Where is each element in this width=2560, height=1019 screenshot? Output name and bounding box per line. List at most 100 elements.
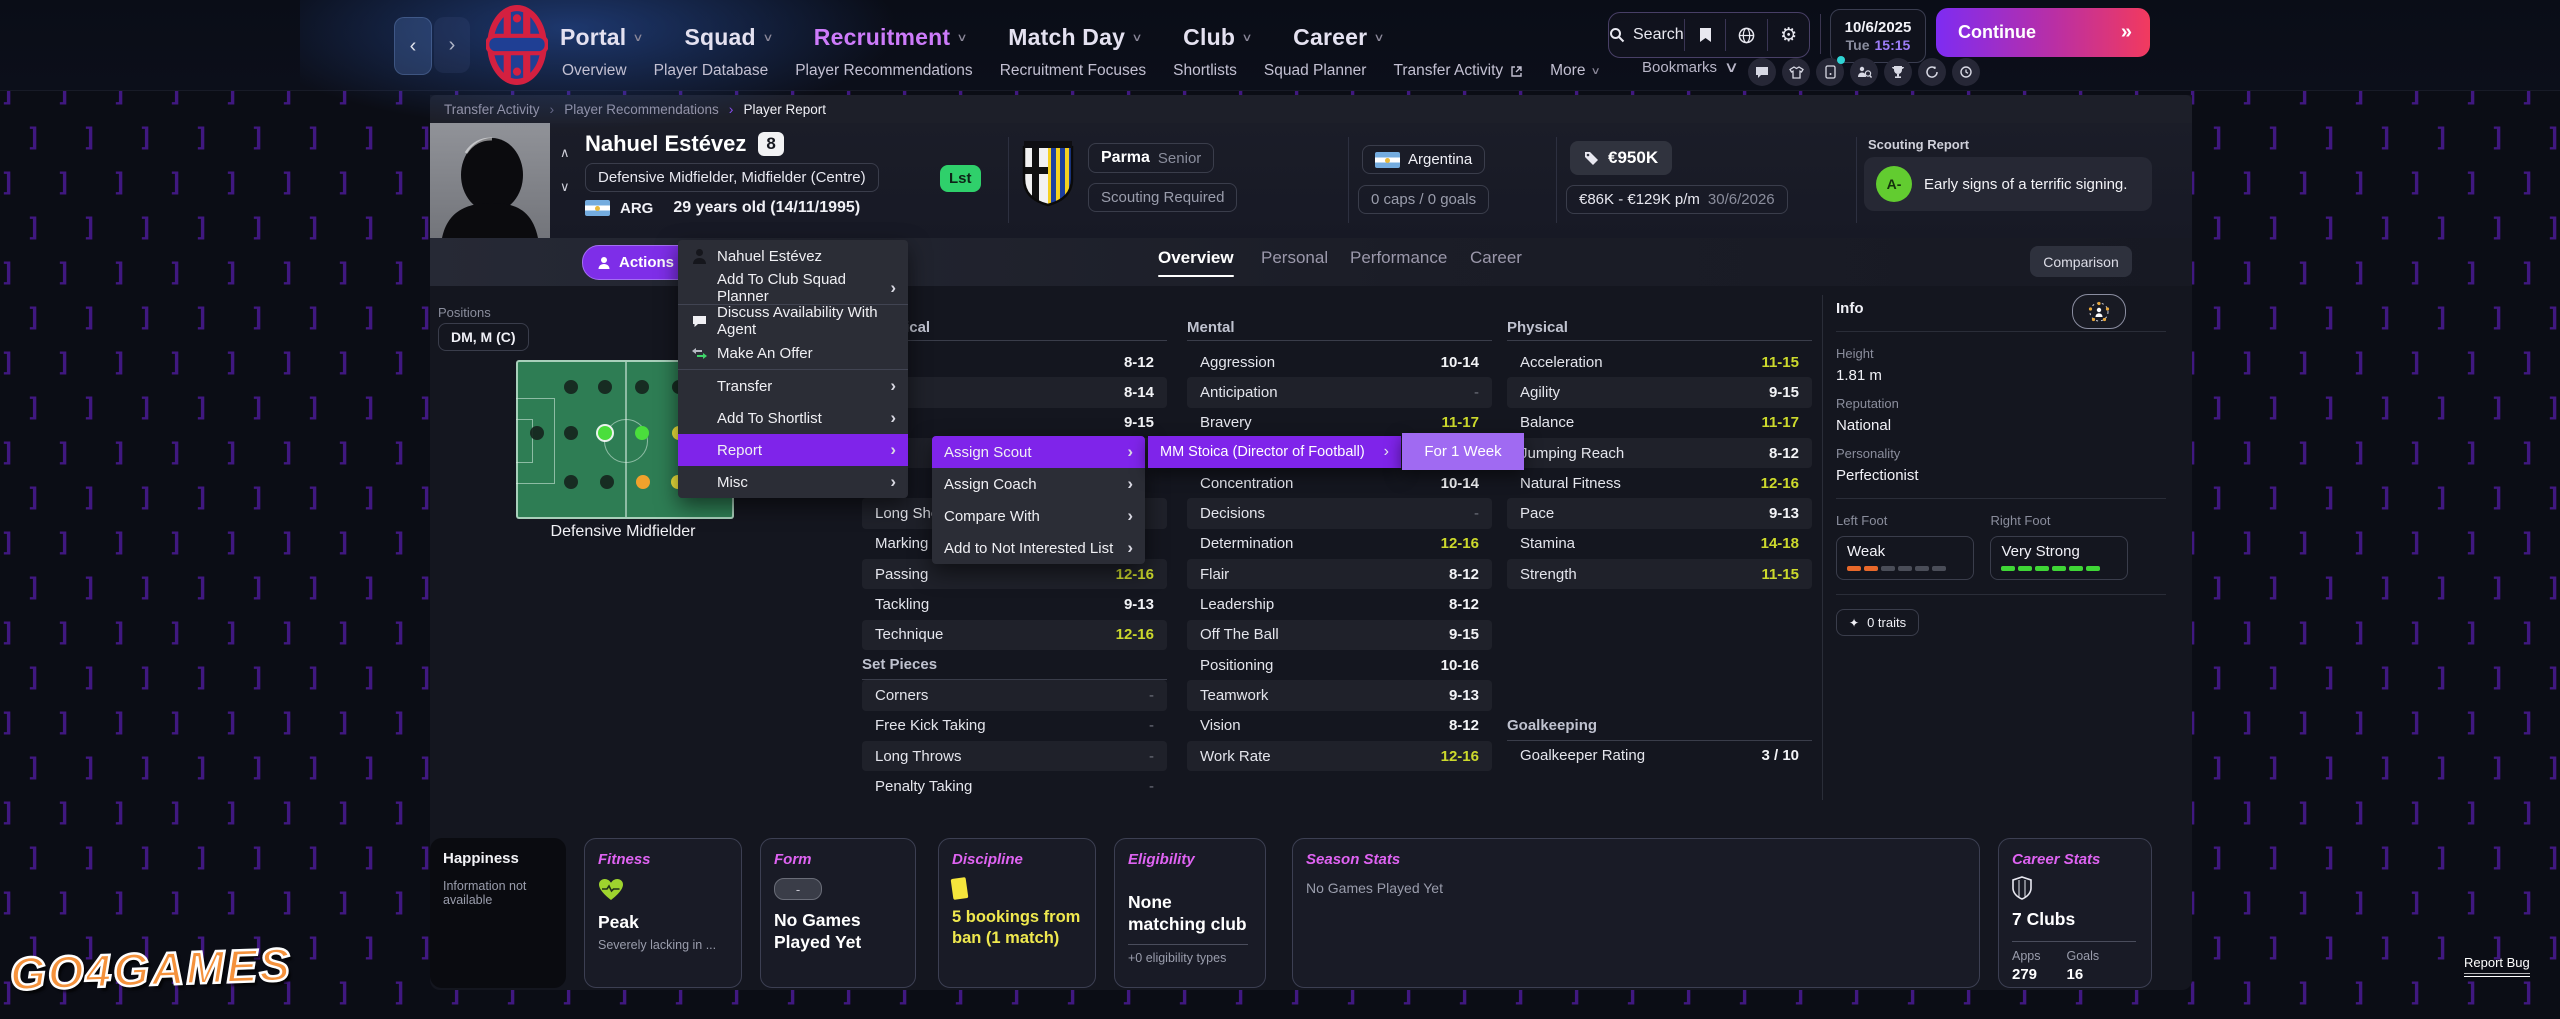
attribute-row-balance[interactable]: Balance11-17 (1507, 408, 1812, 438)
subnav-overview[interactable]: Overview (562, 62, 627, 80)
bookmark-button[interactable] (1685, 13, 1726, 57)
bookmarks-dropdown[interactable]: Bookmarks ∨ (1642, 58, 1737, 76)
go4games-watermark: GO4GAMES (9, 937, 293, 1001)
menu-item-add-to-shortlist[interactable]: Add To Shortlist› (678, 402, 908, 434)
attribute-row-leadership[interactable]: Leadership8-12 (1187, 589, 1492, 619)
forward-button[interactable]: › (434, 17, 470, 73)
traits-button[interactable]: ✦ 0 traits (1836, 609, 1919, 636)
happiness-card[interactable]: Happiness Information not available (430, 838, 566, 988)
attribute-row-aggression[interactable]: Aggression10-14 (1187, 347, 1492, 377)
menu-item-make-an-offer[interactable]: Make An Offer (678, 337, 908, 369)
submenu-item-add-to-not-interested-list[interactable]: Add to Not Interested List› (932, 532, 1145, 564)
tab-overview[interactable]: Overview (1158, 248, 1234, 268)
scout-duration-option[interactable]: For 1 Week (1402, 433, 1524, 470)
comparison-button[interactable]: Comparison (2030, 246, 2132, 277)
submenu-item-compare-with[interactable]: Compare With› (932, 500, 1145, 532)
attribute-row-tackling[interactable]: Tackling9-13 (862, 589, 1167, 619)
attribute-row-concentration[interactable]: Concentration10-14 (1187, 468, 1492, 498)
subnav-more[interactable]: More∨ (1550, 62, 1600, 80)
nav-squad[interactable]: Squad∨ (684, 24, 771, 51)
squad-button[interactable] (1782, 58, 1810, 86)
attribute-row-natural-fitness[interactable]: Natural Fitness12-16 (1507, 468, 1812, 498)
position-dot-dark (564, 475, 578, 489)
attribute-row-teamwork[interactable]: Teamwork9-13 (1187, 680, 1492, 710)
attribute-row-vision[interactable]: Vision8-12 (1187, 711, 1492, 741)
nav-match-day[interactable]: Match Day∨ (1008, 24, 1141, 51)
inbox-button[interactable] (1748, 58, 1776, 86)
attribute-row-work-rate[interactable]: Work Rate12-16 (1187, 741, 1492, 771)
competitions-button[interactable] (1884, 58, 1912, 86)
world-button[interactable] (1726, 13, 1767, 57)
chevron-left-icon: ‹ (410, 35, 417, 58)
attribute-row-flair[interactable]: Flair8-12 (1187, 559, 1492, 589)
attribute-row-free-kick-taking[interactable]: Free Kick Taking- (862, 711, 1167, 741)
menu-item-misc[interactable]: Misc› (678, 466, 908, 498)
menu-item-discuss-availability-with-agent[interactable]: Discuss Availability With Agent (678, 305, 908, 337)
tab-career[interactable]: Career (1470, 248, 1522, 268)
chevron-right-icon: › (890, 472, 896, 492)
club-crest-icon[interactable] (486, 4, 548, 86)
attribute-row-anticipation[interactable]: Anticipation- (1187, 377, 1492, 407)
attribute-row-determination[interactable]: Determination12-16 (1187, 529, 1492, 559)
submenu-item-assign-coach[interactable]: Assign Coach› (932, 468, 1145, 500)
settings-button[interactable]: ⚙ (1768, 13, 1809, 57)
form-card[interactable]: Form - No Games Played Yet (760, 838, 916, 988)
attribute-row-decisions[interactable]: Decisions- (1187, 498, 1492, 528)
search-button[interactable]: Search (1609, 13, 1684, 57)
nav-label: Club (1183, 24, 1235, 51)
tab-performance[interactable]: Performance (1350, 248, 1447, 268)
nav-portal[interactable]: Portal∨ (560, 24, 642, 51)
attribute-row-long-throws[interactable]: Long Throws- (862, 741, 1167, 771)
attribute-row-corners[interactable]: Corners- (862, 680, 1167, 710)
nav-recruitment[interactable]: Recruitment∨ (814, 24, 966, 51)
subnav-shortlists[interactable]: Shortlists (1173, 62, 1237, 80)
season-stats-card[interactable]: Season Stats No Games Played Yet (1292, 838, 1980, 988)
subnav-player-database[interactable]: Player Database (654, 62, 769, 80)
scouting-button[interactable] (1850, 58, 1878, 86)
discipline-card[interactable]: Discipline 5 bookings from ban (1 match) (938, 838, 1096, 988)
history-sync-button[interactable] (1952, 58, 1980, 86)
subnav-transfer-activity[interactable]: Transfer Activity (1393, 62, 1523, 80)
attribute-row-penalty-taking[interactable]: Penalty Taking- (862, 771, 1167, 801)
club-pill[interactable]: Parma Senior (1088, 143, 1214, 173)
attribute-row-agility[interactable]: Agility9-15 (1507, 377, 1812, 407)
attribute-row-stamina[interactable]: Stamina14-18 (1507, 529, 1812, 559)
attribute-row-pace[interactable]: Pace9-13 (1507, 498, 1812, 528)
game-date[interactable]: 10/6/2025 Tue15:15 (1830, 9, 1926, 63)
scout-option-label: MM Stoica (Director of Football) (1160, 444, 1376, 460)
nav-club[interactable]: Club∨ (1183, 24, 1251, 51)
menu-item-transfer[interactable]: Transfer› (678, 370, 908, 402)
attribute-row-acceleration[interactable]: Acceleration11-15 (1507, 347, 1812, 377)
subnav-recruitment-focuses[interactable]: Recruitment Focuses (1000, 62, 1146, 80)
attribute-row-off-the-ball[interactable]: Off The Ball9-15 (1187, 620, 1492, 650)
report-bug-link[interactable]: Report Bug (2464, 955, 2530, 977)
assign-scout-option[interactable]: MM Stoica (Director of Football) › (1148, 436, 1401, 468)
continue-button[interactable]: Continue » (1936, 8, 2150, 57)
fitness-card[interactable]: Fitness Peak Severely lacking in ... (584, 838, 742, 988)
radar-view-button[interactable] (2072, 294, 2126, 329)
career-stats-card[interactable]: Career Stats 7 Clubs Apps 279 Goals 16 (1998, 838, 2152, 988)
attribute-row-technique[interactable]: Technique12-16 (862, 620, 1167, 650)
attribute-value: - (1149, 717, 1154, 734)
subnav-squad-planner[interactable]: Squad Planner (1264, 62, 1367, 80)
nation-pill[interactable]: Argentina (1362, 145, 1485, 174)
submenu-item-assign-scout[interactable]: Assign Scout› (932, 436, 1145, 468)
eligibility-card[interactable]: Eligibility None matching club +0 eligib… (1114, 838, 1266, 988)
attribute-row-strength[interactable]: Strength11-15 (1507, 559, 1812, 589)
menu-item-report[interactable]: Report› (678, 434, 908, 466)
attribute-row-positioning[interactable]: Positioning10-16 (1187, 650, 1492, 680)
sync-button[interactable] (1918, 58, 1946, 86)
attribute-row-jumping-reach[interactable]: Jumping Reach8-12 (1507, 438, 1812, 468)
tab-personal[interactable]: Personal (1261, 248, 1328, 268)
player-next-button[interactable]: ∨ (560, 179, 570, 195)
attribute-row-goalkeeper-rating[interactable]: Goalkeeper Rating3 / 10 (1507, 741, 1812, 771)
scouting-report-box[interactable]: A- Early signs of a terrific signing. (1864, 157, 2152, 211)
menu-item-add-to-club-squad-planner[interactable]: Add To Club Squad Planner› (678, 272, 908, 304)
player-prev-button[interactable]: ∧ (560, 145, 570, 161)
parma-crest-icon[interactable] (1022, 139, 1074, 209)
nav-career[interactable]: Career∨ (1293, 24, 1383, 51)
back-button[interactable]: ‹ (394, 17, 432, 75)
submenu-item-label: Assign Scout (944, 444, 1118, 461)
reports-button[interactable] (1816, 58, 1844, 86)
subnav-player-recommendations[interactable]: Player Recommendations (795, 62, 972, 80)
